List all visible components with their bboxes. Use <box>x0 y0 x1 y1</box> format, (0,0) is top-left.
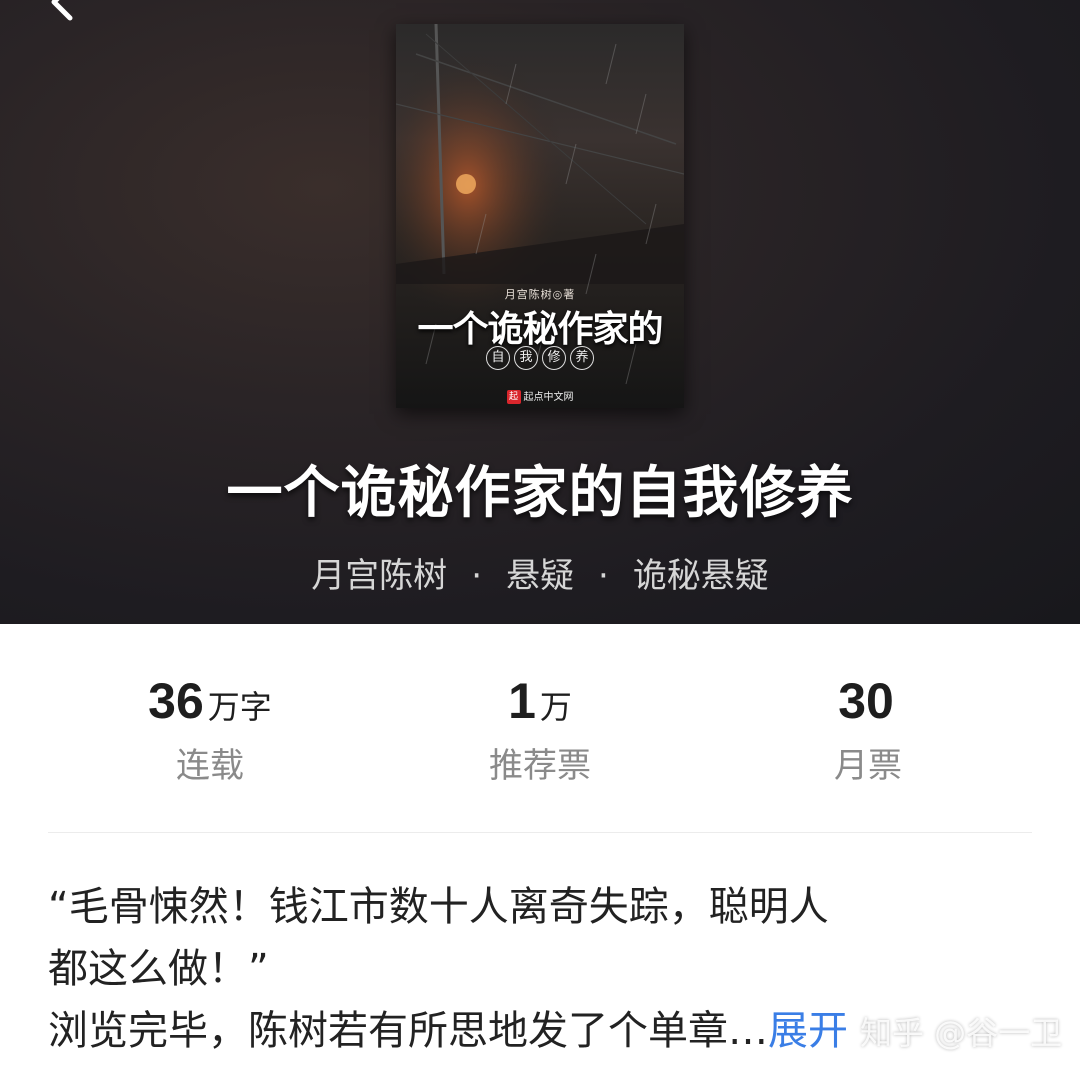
cover-subtitle-char: 养 <box>570 346 594 370</box>
meta-separator: · <box>471 556 482 596</box>
stat-unit: 万字 <box>207 688 272 726</box>
watermark: 知乎 @谷一卫 <box>860 1014 1063 1052</box>
stat-unit: 万 <box>539 688 572 726</box>
subcategory-link[interactable]: 诡秘悬疑 <box>633 556 769 596</box>
expand-button[interactable]: 展开 <box>768 1008 848 1054</box>
stat-label: 月票 <box>834 746 902 786</box>
synopsis-line: 都这么做！” <box>48 946 269 992</box>
cover-subtitle-char: 我 <box>514 346 538 370</box>
cover-subtitle: 自 我 修 养 <box>396 346 684 370</box>
divider <box>48 832 1032 833</box>
book-title: 一个诡秘作家的自我修养 <box>226 460 854 526</box>
stat-label: 连载 <box>176 746 244 786</box>
synopsis-line: “毛骨悚然！钱江市数十人离奇失踪，聪明人 <box>48 884 829 930</box>
stat-value: 30 <box>838 673 894 729</box>
stat-monthly-votes[interactable]: 30 月票 <box>688 672 1048 787</box>
book-header: 月宫陈树◎著 一个诡秘作家的 自 我 修 养 起起点中文网 一个诡秘作家的自我修… <box>0 0 1080 624</box>
stat-word-count: 36 万字 连载 <box>30 672 390 787</box>
stat-value: 1 <box>508 673 536 729</box>
synopsis-line: 浏览完毕，陈树若有所思地发了个单章… <box>48 1008 768 1054</box>
book-meta: 月宫陈树 · 悬疑 · 诡秘悬疑 <box>0 548 1080 597</box>
category-link[interactable]: 悬疑 <box>506 556 574 596</box>
cover-publisher: 起起点中文网 <box>396 388 684 404</box>
meta-separator: · <box>598 556 609 596</box>
cover-title: 一个诡秘作家的 <box>417 308 663 350</box>
cover-subtitle-char: 修 <box>542 346 566 370</box>
publisher-logo-icon: 起 <box>506 390 521 404</box>
stat-label: 推荐票 <box>489 746 591 786</box>
author-link[interactable]: 月宫陈树 <box>311 556 447 596</box>
stat-value: 36 <box>148 673 204 729</box>
stat-recommend-votes[interactable]: 1万 推荐票 <box>360 672 720 787</box>
cover-subtitle-char: 自 <box>486 346 510 370</box>
stats-row: 36 万字 连载 1万 推荐票 30 月票 <box>0 672 1080 792</box>
back-arrow-icon <box>51 0 73 21</box>
back-button[interactable] <box>36 0 84 30</box>
publisher-name: 起点中文网 <box>523 392 574 403</box>
book-cover[interactable]: 月宫陈树◎著 一个诡秘作家的 自 我 修 养 起起点中文网 <box>396 24 684 408</box>
